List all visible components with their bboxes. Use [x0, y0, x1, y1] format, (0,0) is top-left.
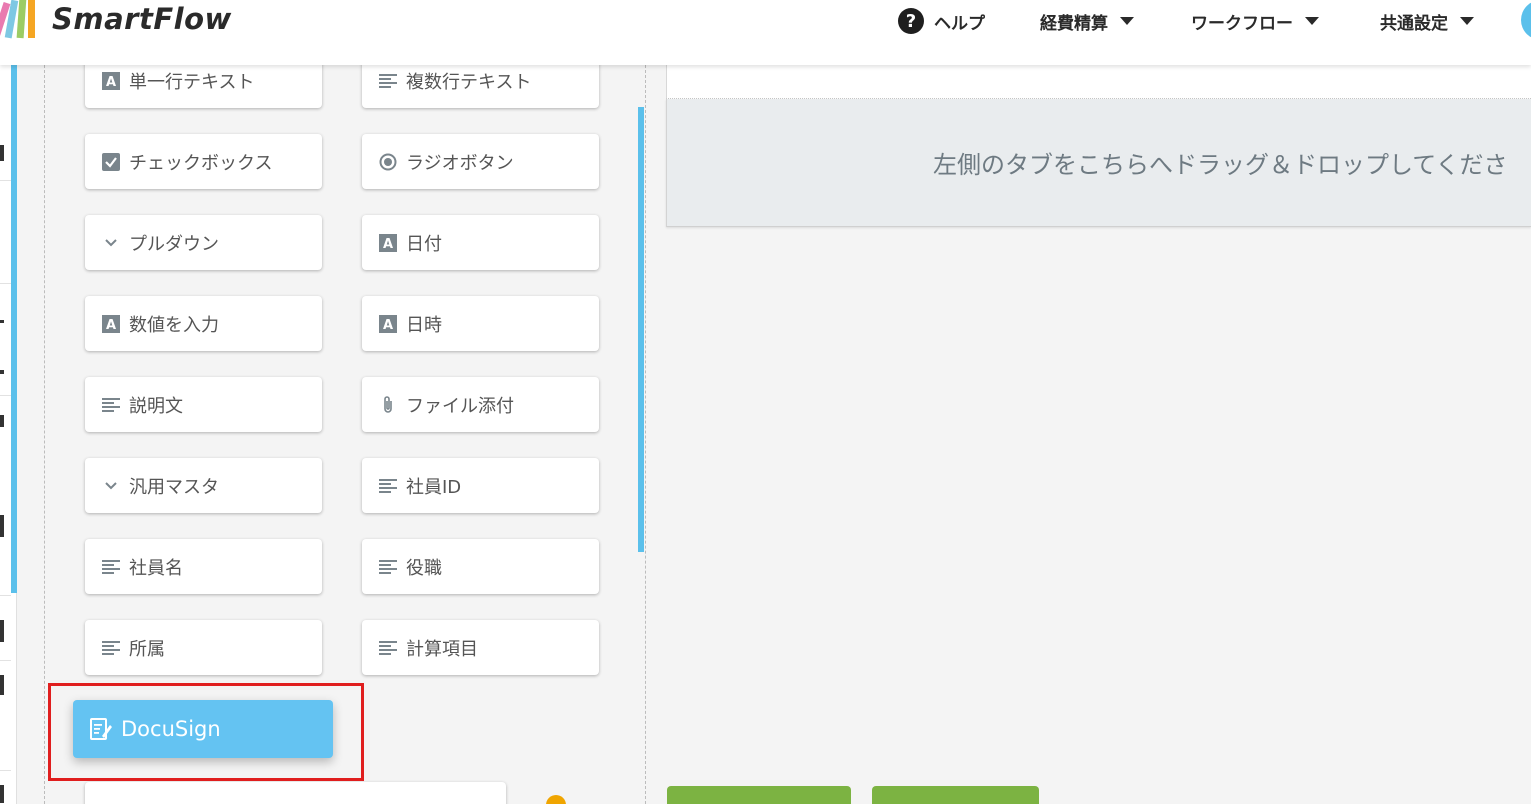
text-a-icon: A [378, 314, 398, 334]
field-label: 単一行テキスト [129, 71, 255, 93]
field-label: 所属 [129, 638, 165, 660]
chevron-down-icon [101, 476, 121, 496]
user-avatar[interactable] [1521, 0, 1531, 40]
svg-text:A: A [106, 318, 116, 333]
app-logo-text[interactable]: SmartFlow [52, 2, 232, 36]
text-a-icon: A [101, 71, 121, 91]
field-label: 汎用マスタ [129, 476, 219, 498]
nav-workflow-menu[interactable]: ワークフロー [1191, 8, 1319, 34]
field-label: ファイル添付 [406, 395, 514, 417]
field-radio-button[interactable]: ラジオボタン [362, 134, 599, 189]
field-department[interactable]: 所属 [85, 620, 322, 675]
cut-off-text [0, 675, 4, 695]
nav-expense-menu[interactable]: 経費精算 [1040, 8, 1134, 34]
field-employee-id[interactable]: 社員ID [362, 458, 599, 513]
form-canvas-header [666, 65, 1531, 99]
caret-down-icon [1305, 17, 1319, 25]
cut-off-text [0, 415, 4, 427]
field-label: 日付 [406, 233, 442, 255]
field-calculation[interactable]: 計算項目 [362, 620, 599, 675]
divider [0, 395, 11, 396]
field-label: 説明文 [129, 395, 183, 417]
bottom-action-button-2[interactable] [872, 786, 1039, 804]
chevron-down-icon [101, 233, 121, 253]
paperclip-icon [378, 395, 398, 415]
field-file-attachment[interactable]: ファイル添付 [362, 377, 599, 432]
cut-off-text [0, 145, 4, 161]
left-panel-accent-bar [11, 65, 17, 593]
logo-mark-icon [0, 0, 35, 39]
cut-off-text [0, 320, 4, 323]
bottom-action-button-1[interactable] [667, 786, 851, 804]
divider [0, 660, 11, 661]
cut-off-text [0, 620, 4, 642]
cut-off-text [0, 370, 4, 374]
field-label: 役職 [406, 557, 442, 579]
divider [0, 180, 11, 181]
highlight-box [48, 683, 364, 781]
help-question-icon: ? [898, 8, 924, 34]
field-label: 複数行テキスト [406, 71, 532, 93]
lines-icon [101, 638, 121, 658]
radio-icon [378, 152, 398, 172]
field-label: 計算項目 [406, 638, 478, 660]
field-checkbox[interactable]: チェックボックス [85, 134, 322, 189]
field-label: プルダウン [129, 233, 219, 255]
lines-icon [101, 395, 121, 415]
field-datetime[interactable]: A 日時 [362, 296, 599, 351]
lines-icon [378, 557, 398, 577]
drop-zone[interactable]: 左側のタブをこちらへドラッグ＆ドロップしてくださ [666, 99, 1531, 227]
nav-common-settings-label: 共通設定 [1380, 13, 1448, 34]
field-partial-next[interactable] [85, 782, 506, 804]
help-label: ヘルプ [934, 13, 985, 34]
checkbox-icon [101, 152, 121, 172]
field-job-title[interactable]: 役職 [362, 539, 599, 594]
field-label: ラジオボタン [406, 152, 514, 174]
svg-text:A: A [383, 318, 393, 333]
field-date[interactable]: A 日付 [362, 215, 599, 270]
text-a-icon: A [378, 233, 398, 253]
lines-icon [378, 71, 398, 91]
field-label: 社員ID [406, 476, 462, 498]
field-label: 日時 [406, 314, 442, 336]
caret-down-icon [1120, 17, 1134, 25]
nav-common-settings-menu[interactable]: 共通設定 [1380, 8, 1474, 34]
field-pulldown[interactable]: プルダウン [85, 215, 322, 270]
field-label: 数値を入力 [129, 314, 219, 336]
svg-text:A: A [383, 237, 393, 252]
cut-off-text [0, 515, 4, 537]
field-general-master[interactable]: 汎用マスタ [85, 458, 322, 513]
caret-down-icon [1460, 17, 1474, 25]
divider [0, 595, 11, 596]
divider [0, 283, 11, 284]
svg-text:A: A [106, 75, 116, 90]
field-number-input[interactable]: A 数値を入力 [85, 296, 322, 351]
lines-icon [378, 476, 398, 496]
text-a-icon: A [101, 314, 121, 334]
field-label: 社員名 [129, 557, 183, 579]
lines-icon [101, 557, 121, 577]
palette-scrollbar[interactable] [638, 107, 644, 552]
cut-off-text [0, 785, 4, 803]
field-employee-name[interactable]: 社員名 [85, 539, 322, 594]
field-label: チェックボックス [129, 152, 273, 174]
nav-workflow-label: ワークフロー [1191, 13, 1293, 34]
drop-zone-hint: 左側のタブをこちらへドラッグ＆ドロップしてくださ [933, 151, 1508, 179]
divider [0, 770, 11, 771]
nav-expense-label: 経費精算 [1040, 13, 1108, 34]
top-header: SmartFlow ? ヘルプ 経費精算 ワークフロー 共通設定 [0, 0, 1531, 65]
field-description[interactable]: 説明文 [85, 377, 322, 432]
help-link[interactable]: ? ヘルプ [898, 8, 985, 34]
lines-icon [378, 638, 398, 658]
